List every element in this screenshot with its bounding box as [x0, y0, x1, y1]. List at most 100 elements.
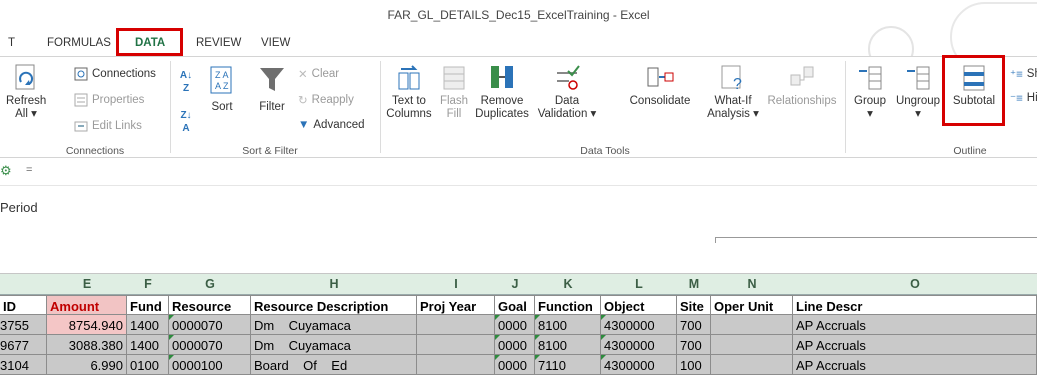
- sort-ascending-icon: A↓ Z: [179, 70, 193, 94]
- header-id[interactable]: ID: [0, 295, 47, 315]
- cell-id[interactable]: 3755: [0, 315, 47, 335]
- group-button[interactable]: Group ▾: [848, 63, 892, 121]
- cell-object[interactable]: 4300000: [601, 315, 677, 335]
- header-proj-year[interactable]: Proj Year: [417, 295, 495, 315]
- column-header-g[interactable]: G: [169, 277, 251, 291]
- outline-group-label: Outline: [953, 145, 987, 157]
- macro-icon[interactable]: ⚙: [0, 163, 12, 179]
- cell-function[interactable]: 8100: [535, 335, 601, 355]
- header-resource-description[interactable]: Resource Description: [251, 295, 417, 315]
- cell-site[interactable]: 100: [677, 355, 711, 375]
- subtotal-highlight: [942, 55, 1005, 126]
- cell-fund[interactable]: 0100: [127, 355, 169, 375]
- cell-amount[interactable]: 6.990: [47, 355, 127, 375]
- cell-amount[interactable]: 3088.380: [47, 335, 127, 355]
- clear-filter-button[interactable]: ✕ Clear: [298, 67, 339, 81]
- column-header-h[interactable]: H: [251, 277, 417, 291]
- column-header-o[interactable]: O: [793, 277, 1037, 291]
- hide-detail-button[interactable]: ⁻≡ Hi: [1010, 91, 1037, 105]
- cell-fund[interactable]: 1400: [127, 335, 169, 355]
- column-header-j[interactable]: J: [495, 277, 535, 291]
- ungroup-button[interactable]: Ungroup ▾: [893, 63, 943, 121]
- data-validation-button[interactable]: Data Validation ▾: [532, 63, 602, 121]
- header-line-descr[interactable]: Line Descr: [793, 295, 1037, 315]
- text-to-columns-button[interactable]: Text to Columns: [384, 63, 434, 121]
- cell-fund[interactable]: 1400: [127, 315, 169, 335]
- cell-resource[interactable]: 0000100: [169, 355, 251, 375]
- tab-view[interactable]: VIEW: [261, 37, 290, 49]
- column-header-f[interactable]: F: [127, 277, 169, 291]
- group-divider: [170, 61, 171, 153]
- cell-object[interactable]: 4300000: [601, 335, 677, 355]
- show-detail-icon: ⁺≡: [1010, 69, 1023, 81]
- cell-function[interactable]: 7110: [535, 355, 601, 375]
- show-detail-button[interactable]: ⁺≡ Sh: [1010, 67, 1037, 81]
- data-validation-icon: [557, 65, 580, 90]
- remove-duplicates-button[interactable]: Remove Duplicates: [474, 63, 530, 121]
- what-if-analysis-button[interactable]: ? What-If Analysis ▾: [703, 63, 763, 121]
- cell-proj-year[interactable]: [417, 355, 495, 375]
- edit-links-button[interactable]: Edit Links: [74, 119, 142, 133]
- cell-line-descr[interactable]: AP Accruals: [793, 335, 1037, 355]
- cell-amount[interactable]: 8754.940: [47, 315, 127, 335]
- cell-site[interactable]: 700: [677, 335, 711, 355]
- column-header-l[interactable]: L: [601, 277, 677, 291]
- cell-resource-description[interactable]: Dm Cuyamaca: [251, 315, 417, 335]
- refresh-all-button[interactable]: Refresh All ▾: [6, 63, 46, 121]
- header-fund[interactable]: Fund: [127, 295, 169, 315]
- edit-links-icon: [74, 121, 88, 132]
- cell-line-descr[interactable]: AP Accruals: [793, 355, 1037, 375]
- quick-access-toolbar: ⚙ =: [0, 158, 1037, 186]
- filter-button[interactable]: Filter: [254, 65, 290, 114]
- cell-line-descr[interactable]: AP Accruals: [793, 315, 1037, 335]
- remove-duplicates-icon: [491, 66, 513, 88]
- connections-button[interactable]: Connections: [74, 67, 156, 81]
- data-tab-highlight: [116, 28, 183, 56]
- relationships-button[interactable]: Relationships: [766, 63, 838, 108]
- column-header-k[interactable]: K: [535, 277, 601, 291]
- column-header-n[interactable]: N: [711, 277, 793, 291]
- cell-proj-year[interactable]: [417, 315, 495, 335]
- advanced-filter-button[interactable]: ▼ Advanced: [298, 119, 365, 131]
- header-resource[interactable]: Resource: [169, 295, 251, 315]
- flash-fill-button[interactable]: Flash Fill: [436, 63, 472, 121]
- header-goal[interactable]: Goal: [495, 295, 535, 315]
- header-amount[interactable]: Amount: [47, 295, 127, 315]
- sort-filter-group-label: Sort & Filter: [242, 145, 298, 157]
- header-oper-unit[interactable]: Oper Unit: [711, 295, 793, 315]
- cell-goal[interactable]: 0000: [495, 335, 535, 355]
- cell-id[interactable]: 3104: [0, 355, 47, 375]
- cell-goal[interactable]: 0000: [495, 315, 535, 335]
- cell-resource-description[interactable]: Board Of Ed: [251, 355, 417, 375]
- qat-dropdown[interactable]: =: [26, 164, 32, 176]
- sort-icon: Z A A Z: [210, 66, 232, 94]
- cell-proj-year[interactable]: [417, 335, 495, 355]
- cell-resource-description[interactable]: Dm Cuyamaca: [251, 335, 417, 355]
- sort-button[interactable]: Z A A Z Sort: [200, 65, 244, 114]
- cell-oper-unit[interactable]: [711, 335, 793, 355]
- cell-oper-unit[interactable]: [711, 315, 793, 335]
- cell-oper-unit[interactable]: [711, 355, 793, 375]
- cell-id[interactable]: 9677: [0, 335, 47, 355]
- column-header-e[interactable]: E: [47, 277, 127, 291]
- column-header-i[interactable]: I: [417, 277, 495, 291]
- cell-resource[interactable]: 0000070: [169, 315, 251, 335]
- properties-button[interactable]: Properties: [74, 93, 144, 107]
- cell-resource[interactable]: 0000070: [169, 335, 251, 355]
- column-header-m[interactable]: M: [677, 277, 711, 291]
- tab-review[interactable]: REVIEW: [196, 37, 241, 49]
- cell-function[interactable]: 8100: [535, 315, 601, 335]
- header-function[interactable]: Function: [535, 295, 601, 315]
- ribbon: Refresh All ▾ Connections Properties Edi…: [0, 55, 1037, 158]
- header-object[interactable]: Object: [601, 295, 677, 315]
- cell-site[interactable]: 700: [677, 315, 711, 335]
- consolidate-button[interactable]: Consolidate: [622, 63, 698, 108]
- sort-za-button[interactable]: Z↓ A: [178, 109, 194, 135]
- cell-object[interactable]: 4300000: [601, 355, 677, 375]
- reapply-button[interactable]: ↻ Reapply: [298, 93, 354, 107]
- sort-az-button[interactable]: A↓ Z: [178, 69, 194, 95]
- tab-formulas[interactable]: FORMULAS: [47, 37, 111, 49]
- tab-partial[interactable]: T: [8, 37, 15, 49]
- cell-goal[interactable]: 0000: [495, 355, 535, 375]
- header-site[interactable]: Site: [677, 295, 711, 315]
